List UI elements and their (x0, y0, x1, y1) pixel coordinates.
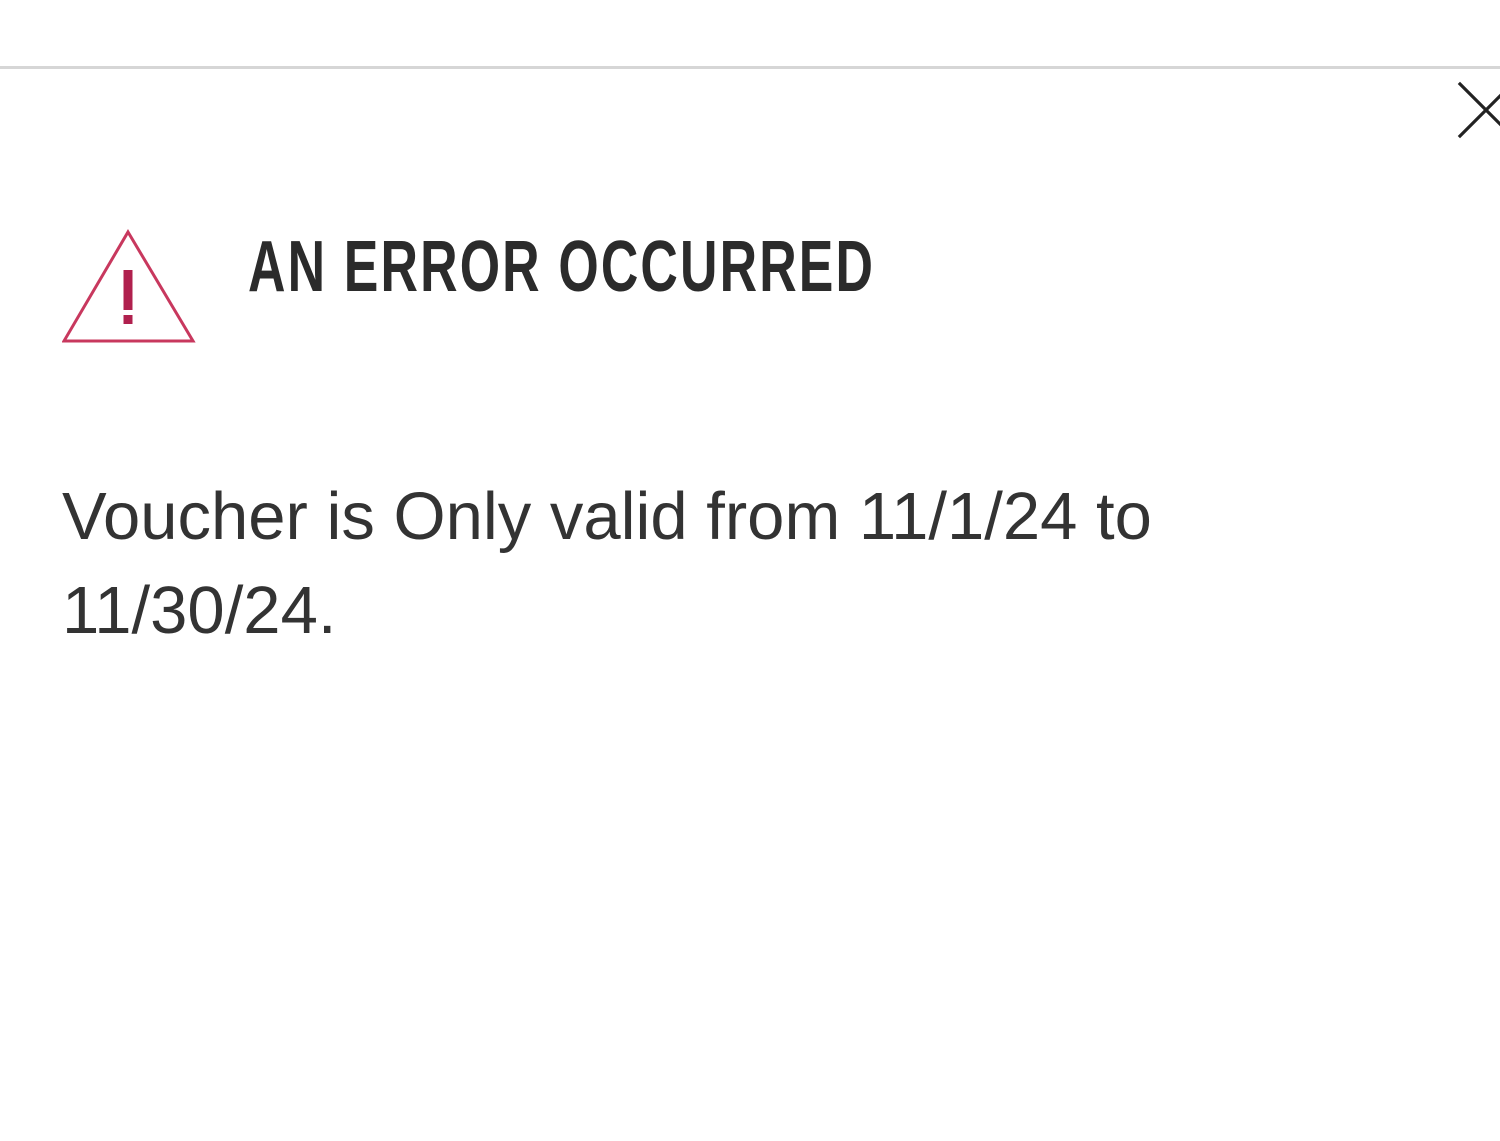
close-button[interactable] (1452, 78, 1500, 142)
close-icon (1457, 81, 1500, 139)
error-dialog: AN ERROR OCCURRED Voucher is Only valid … (0, 0, 1500, 1141)
alert-title: AN ERROR OCCURRED (248, 226, 876, 307)
header-divider (0, 66, 1500, 69)
warning-triangle-icon (62, 228, 196, 346)
alert-message: Voucher is Only valid from 11/1/24 to 11… (62, 479, 1152, 648)
alert-header: AN ERROR OCCURRED (62, 228, 1119, 346)
